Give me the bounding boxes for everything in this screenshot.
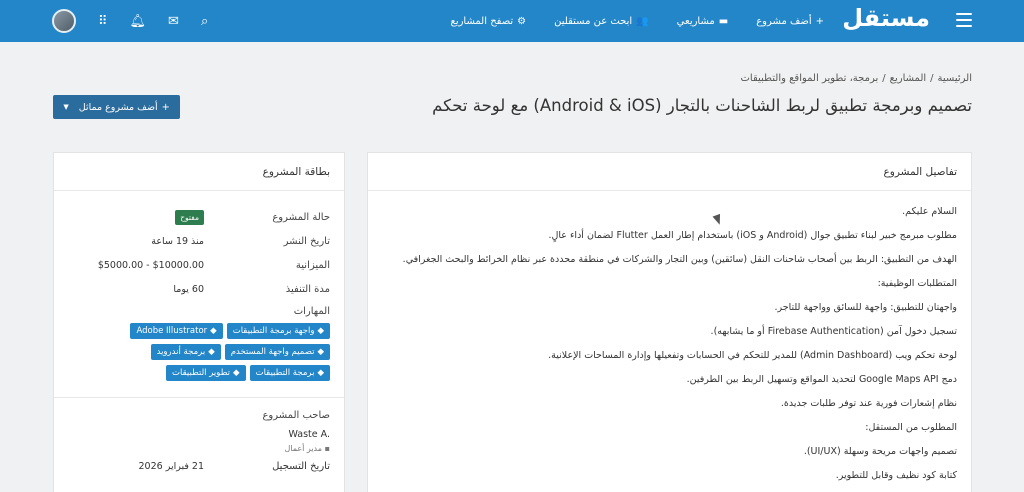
users-icon: 👥 xyxy=(636,15,649,27)
top-navbar: مستقل + أضف مشروع ▬ مشاريعي 👥 ابحث عن مس… xyxy=(0,0,1024,42)
nav-my-projects[interactable]: ▬ مشاريعي xyxy=(677,16,729,27)
user-avatar[interactable] xyxy=(52,9,76,33)
budget-row: الميزانية $5000.00 - $10000.00 xyxy=(97,259,330,271)
tag-icon: ◆ xyxy=(317,326,324,336)
status-row: حالة المشروع مفتوح xyxy=(54,205,344,229)
project-card: بطاقة المشروع حالة المشروع مفتوح تاريخ ا… xyxy=(53,152,345,492)
project-details-card: تفاصيل المشروع السلام عليكم. مطلوب مبرمج… xyxy=(367,152,972,492)
nav-add-project[interactable]: + أضف مشروع xyxy=(756,16,824,27)
skill-tag[interactable]: ◆ تطوير التطبيقات xyxy=(166,365,246,381)
project-details-heading: تفاصيل المشروع xyxy=(368,153,971,191)
tag-icon: ◆ xyxy=(317,347,324,357)
site-logo[interactable]: مستقل xyxy=(842,4,931,32)
owner-role: ▪ مدير أعمال xyxy=(284,444,330,453)
plus-icon: + xyxy=(815,15,824,27)
description-paragraph: نظام إشعارات فورية عند توفر طلبات جديدة. xyxy=(780,398,957,409)
registration-row: تاريخ التسجيل 21 فبراير 2026 xyxy=(138,461,331,472)
project-description: السلام عليكم. مطلوب مبرمج خبير لبناء تطب… xyxy=(368,191,971,483)
description-paragraph: المطلوب من المستقل: xyxy=(865,422,957,433)
breadcrumb-separator: / xyxy=(882,73,886,84)
duration-row: مدة التنفيذ 60 يوما xyxy=(173,283,330,295)
description-paragraph: كتابة كود نظيف وقابل للتطوير. xyxy=(835,470,957,481)
folder-icon: ▬ xyxy=(718,15,729,27)
tag-icon: ◆ xyxy=(233,368,240,378)
nav-icons: ⠿ 🔔︎ ✉ ⌕ xyxy=(52,0,208,42)
nav-find-freelancers[interactable]: 👥 ابحث عن مستقلين xyxy=(554,16,649,27)
skill-tag[interactable]: ◆ تصميم واجهة المستخدم xyxy=(224,344,330,360)
skill-tag[interactable]: ◆ Adobe Illustrator xyxy=(130,323,223,339)
nav-links: + أضف مشروع ▬ مشاريعي 👥 ابحث عن مستقلين … xyxy=(451,0,825,42)
owner-label: صاحب المشروع xyxy=(262,410,330,421)
description-paragraph: الهدف من التطبيق: الربط بين أصحاب شاحنات… xyxy=(402,254,957,265)
description-paragraph: لوحة تحكم ويب (Admin Dashboard) للمدير ل… xyxy=(548,350,957,361)
breadcrumb-projects[interactable]: المشاريع xyxy=(890,73,927,84)
description-paragraph: السلام عليكم. xyxy=(902,206,957,217)
project-card-heading: بطاقة المشروع xyxy=(54,153,344,191)
gears-icon: ⚙ xyxy=(517,15,527,27)
description-paragraph: تصميم واجهات مريحة وسهلة (UI/UX). xyxy=(803,446,957,457)
add-similar-project-button[interactable]: + أضف مشروع مماثل ▼ xyxy=(53,95,180,119)
search-icon[interactable]: ⌕ xyxy=(201,15,208,28)
breadcrumb-category[interactable]: برمجة، تطوير المواقع والتطبيقات xyxy=(741,73,879,84)
bell-icon[interactable]: 🔔︎ xyxy=(130,15,147,28)
menu-icon[interactable] xyxy=(956,13,972,27)
skill-tag[interactable]: ◆ برمجة أندرويد xyxy=(150,344,221,360)
description-paragraph: تسجيل دخول آمن (Firebase Authentication … xyxy=(710,326,957,337)
skill-tag[interactable]: ◆ برمجة التطبيقات xyxy=(249,365,330,381)
caret-down-icon: ▼ xyxy=(63,103,69,111)
breadcrumb-separator: / xyxy=(930,73,934,84)
description-paragraph: دمج Google Maps API لتحديد المواقع وتسهي… xyxy=(686,374,957,385)
page-title: تصميم وبرمجة تطبيق لربط الشاحنات بالتجار… xyxy=(432,96,972,115)
description-paragraph: واجهتان للتطبيق: واجهة للسائق وواجهة للت… xyxy=(774,302,957,313)
description-paragraph: المتطلبات الوظيفية: xyxy=(877,278,957,289)
tag-icon: ◆ xyxy=(208,347,215,357)
briefcase-icon: ▪ xyxy=(324,444,330,453)
description-paragraph: مطلوب مبرمج خبير لبناء تطبيق جوال (Andro… xyxy=(548,230,957,241)
status-badge: مفتوح xyxy=(175,209,204,225)
tag-icon: ◆ xyxy=(317,368,324,378)
skills-list: ◆ واجهة برمجة التطبيقات ◆ Adobe Illustrato… xyxy=(54,321,344,381)
plus-icon: + xyxy=(161,101,170,113)
nav-browse-projects[interactable]: ⚙ تصفح المشاريع xyxy=(451,16,527,27)
owner-name[interactable]: Waste A. xyxy=(54,421,344,440)
skills-label: المهارات xyxy=(293,305,330,317)
skill-tag[interactable]: ◆ واجهة برمجة التطبيقات xyxy=(226,323,330,339)
tag-icon: ◆ xyxy=(210,326,217,336)
posted-row: تاريخ النشر منذ 19 ساعة xyxy=(151,235,330,247)
breadcrumb: الرئيسية / المشاريع / برمجة، تطوير الموا… xyxy=(741,73,973,84)
breadcrumb-home[interactable]: الرئيسية xyxy=(938,73,972,84)
apps-grid-icon[interactable]: ⠿ xyxy=(98,15,108,28)
envelope-icon[interactable]: ✉ xyxy=(168,15,179,28)
